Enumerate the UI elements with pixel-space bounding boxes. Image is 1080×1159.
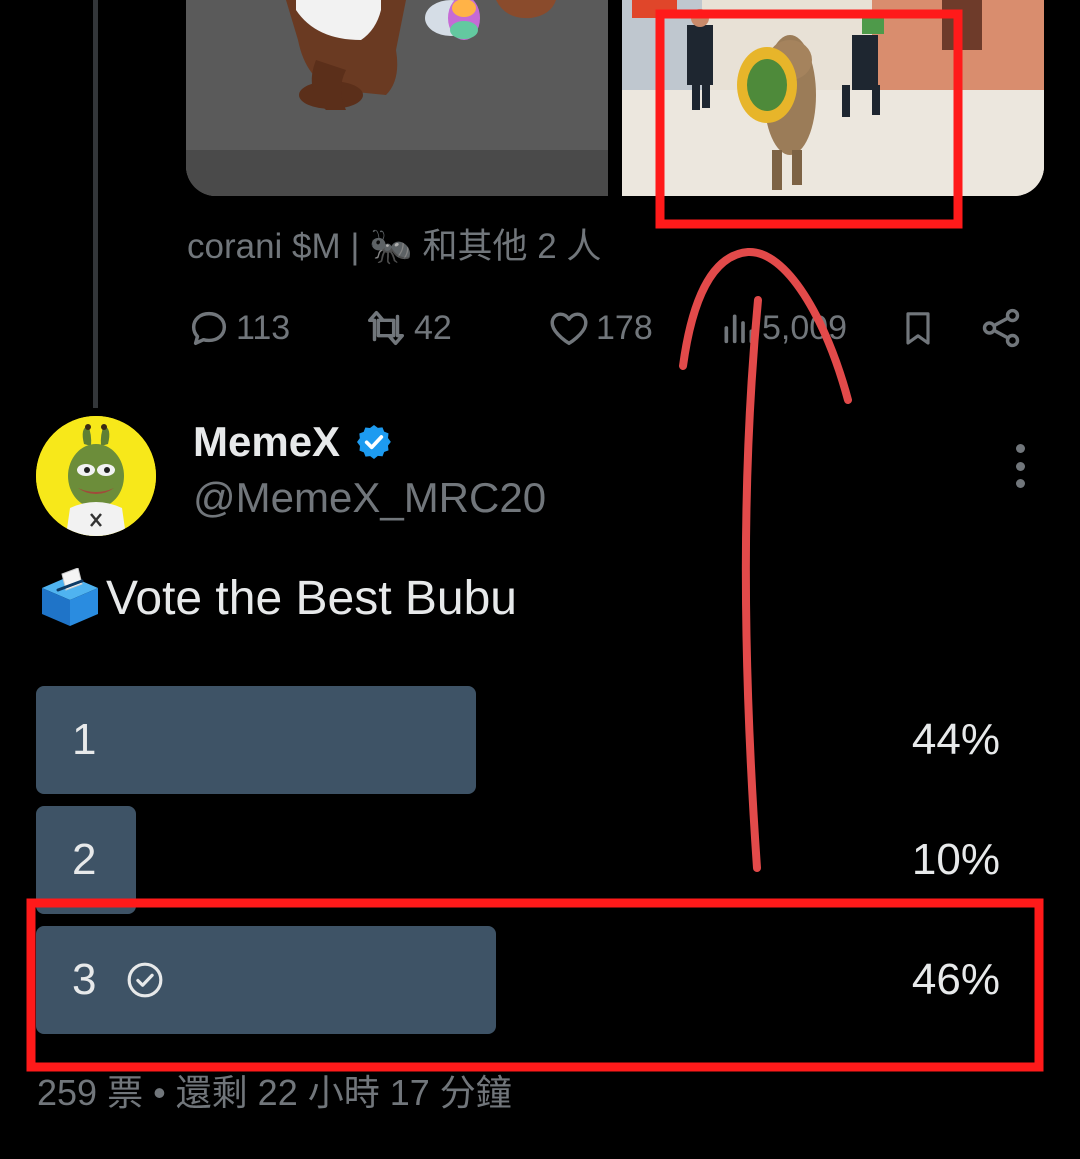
poll-option-1[interactable]: 1 44% <box>36 686 1036 794</box>
bookmark-icon <box>906 312 930 345</box>
retweet-button[interactable]: 42 <box>362 300 452 356</box>
poll-bar-1 <box>36 686 476 794</box>
pepe-avatar-image <box>36 416 156 536</box>
retweet-icon <box>367 310 405 346</box>
thread-connector-line <box>93 0 98 408</box>
poll-option-label-1: 1 <box>72 715 97 764</box>
views-chart-icon <box>724 314 754 344</box>
share-button[interactable] <box>978 300 1028 356</box>
poll-meta: 259 票 • 還剩 22 小時 17 分鐘 <box>37 1072 512 1113</box>
poll-option-percent-3: 46% <box>911 955 1000 1004</box>
retweet-count: 42 <box>414 308 452 347</box>
more-options-icon[interactable] <box>1006 444 1034 488</box>
poll-option-percent-2: 10% <box>911 835 1000 884</box>
author-handle[interactable]: @MemeX_MRC20 <box>193 474 546 522</box>
check-circle-icon <box>126 961 164 999</box>
avatar[interactable] <box>36 416 156 536</box>
author-display-name[interactable]: MemeX <box>193 418 394 466</box>
like-count: 178 <box>596 308 653 347</box>
reply-icon <box>191 311 227 346</box>
bookmark-button[interactable] <box>898 300 942 356</box>
ballot-box-icon <box>38 568 102 628</box>
poll-option-2[interactable]: 2 10% <box>36 806 1036 914</box>
verified-badge-icon <box>354 422 394 462</box>
media-image-left[interactable] <box>186 0 608 196</box>
poll-option-label-3: 3 <box>72 926 164 1034</box>
tweet-text: Vote the Best Bubu <box>38 568 517 628</box>
poll-option-label-2: 2 <box>72 835 97 884</box>
display-name-text: MemeX <box>193 418 341 465</box>
poll-option-label-3-text: 3 <box>72 955 97 1004</box>
heart-icon <box>550 312 588 346</box>
views-count: 5,009 <box>762 308 848 347</box>
cartoon-bear-image <box>186 0 608 196</box>
cat-running-from-police-image <box>622 0 1044 196</box>
tweet-action-bar: 113 42 178 5,009 <box>186 300 1036 356</box>
tweet-text-content: Vote the Best Bubu <box>106 571 517 625</box>
media-grid <box>186 0 1044 196</box>
poll-option-3[interactable]: 3 46% <box>36 926 1036 1034</box>
media-image-right[interactable] <box>622 0 1044 196</box>
reply-button[interactable]: 113 <box>186 300 290 356</box>
liked-by-text[interactable]: corani $M | 🐜 和其他 2 人 <box>187 218 601 269</box>
share-icon <box>982 308 1020 348</box>
reply-count: 113 <box>236 308 291 347</box>
like-button[interactable]: 178 <box>546 300 653 356</box>
views-button[interactable]: 5,009 <box>718 300 847 356</box>
poll-option-percent-1: 44% <box>911 715 1000 764</box>
